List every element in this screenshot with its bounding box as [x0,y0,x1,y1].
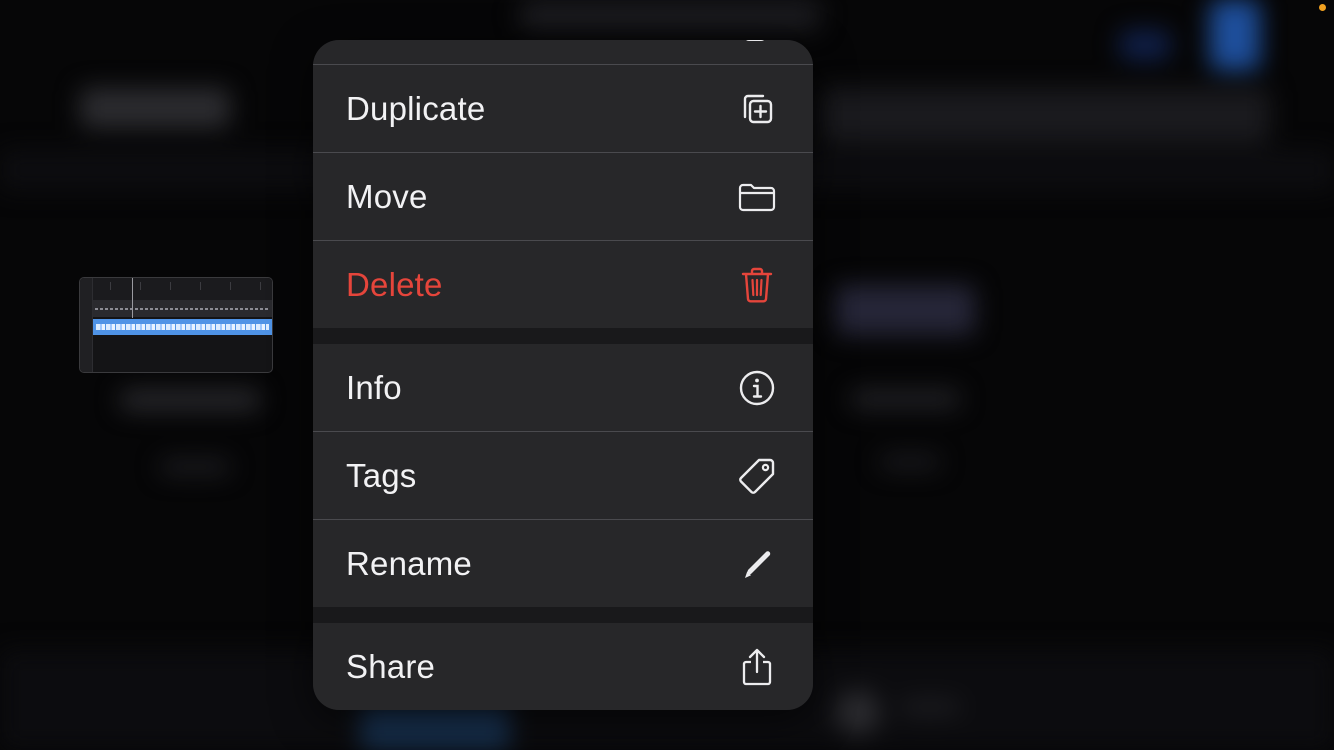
menu-item-duplicate[interactable]: Duplicate [313,65,813,152]
trash-icon [737,265,777,305]
menu-item-partial[interactable] [313,40,813,64]
menu-group-share: Share [313,623,813,710]
tag-icon [737,456,777,496]
menu-item-label: Tags [346,456,417,494]
menu-group-edit: Duplicate Move Delete [313,40,813,328]
menu-item-label: Move [346,177,428,215]
audio-track-lane [93,301,272,317]
menu-item-move[interactable]: Move [313,153,813,240]
folder-icon [737,177,777,217]
menu-item-tags[interactable]: Tags [313,432,813,519]
track-header-column [80,278,93,372]
menu-item-label: Duplicate [346,89,486,127]
menu-item-label: Delete [346,265,443,303]
timeline-ruler [80,278,272,301]
audio-region [93,319,272,335]
menu-item-delete[interactable]: Delete [313,241,813,328]
duplicate-plus-icon [737,89,777,129]
menu-item-label: Share [346,647,436,685]
context-menu: Duplicate Move Delete Info Tags Rename S… [313,40,813,710]
project-thumbnail[interactable] [79,277,273,373]
menu-group-details: Info Tags Rename [313,344,813,607]
recording-indicator-dot [1319,4,1326,11]
menu-item-info[interactable]: Info [313,344,813,431]
menu-item-rename[interactable]: Rename [313,520,813,607]
screen: Duplicate Move Delete Info Tags Rename S… [0,0,1334,750]
pencil-icon [737,544,777,584]
menu-item-label: Info [346,368,402,406]
menu-item-share[interactable]: Share [313,623,813,710]
menu-item-label: Rename [346,544,472,582]
partial-item-icon [743,40,767,44]
playhead [132,278,133,318]
info-circle-icon [737,368,777,408]
share-icon [737,647,777,687]
